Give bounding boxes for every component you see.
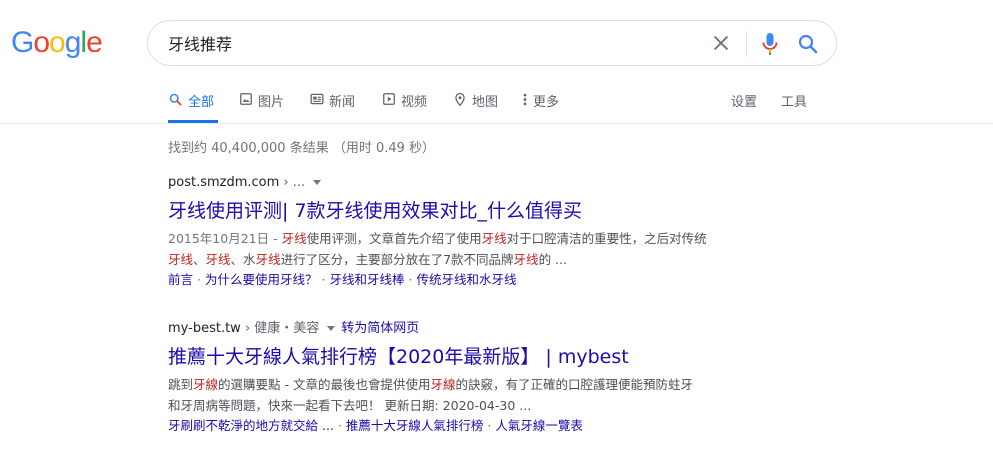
more-vert-icon (523, 93, 527, 106)
snippet-text: 、水 (230, 252, 256, 267)
tab-images[interactable]: 图片 (239, 84, 284, 123)
tab-more[interactable]: 更多 (522, 84, 559, 123)
result-options-caret[interactable] (313, 180, 322, 185)
snippet-line: 2015年10月21日 - 牙线使用评测，文章首先介绍了使用牙线对于口腔清洁的重… (168, 228, 788, 249)
translate-link[interactable]: 转为简体网页 (341, 321, 419, 336)
settings-button[interactable]: 设置 (731, 84, 757, 123)
sitelink[interactable]: 推薦十大牙線人氣排行榜 (346, 418, 484, 433)
snippet-text: 使用评测，文章首先介绍了使用 (306, 231, 482, 246)
sitelink[interactable]: 牙刷刷不乾淨的地方就交給 ... (168, 418, 334, 433)
result-snippet: 跳到牙線的選購要點 - 文章的最後也會提供使用牙線的訣竅，有了正確的口腔護理便能… (168, 374, 788, 416)
sitelink[interactable]: 牙线和牙线棒 (330, 272, 405, 287)
result-domain[interactable]: post.smzdm.com (168, 175, 279, 190)
snippet-highlight: 牙线 (168, 252, 194, 267)
search-result: my-best.tw › 健康・美容 转为简体网页 推薦十大牙線人氣排行榜【202… (168, 320, 788, 436)
snippet-date: 2015年10月21日 - (168, 231, 282, 246)
result-options-caret[interactable] (327, 326, 336, 331)
search-tabs: 全部 图片 新闻 视频 地图 更多 设置 工具 (0, 84, 993, 123)
sitelink[interactable]: 为什么要使用牙线？ (205, 272, 318, 287)
sitelink-separator: · (197, 272, 201, 287)
sitelink[interactable]: 前言 (168, 272, 193, 287)
logo-letter: o (33, 26, 50, 59)
news-icon (310, 93, 324, 105)
clear-search-button[interactable] (710, 32, 732, 54)
tab-all[interactable]: 全部 (168, 84, 219, 123)
snippet-text: 的 ... (538, 252, 567, 267)
close-icon (713, 35, 729, 51)
sitelink-separator: · (321, 272, 326, 287)
tab-videos[interactable]: 视频 (382, 84, 427, 123)
tab-more-label: 更多 (533, 95, 560, 110)
snippet-highlight: 牙线 (255, 252, 281, 267)
tabs-divider (0, 123, 993, 124)
result-title[interactable]: 牙线使用评测| 7款牙线使用效果对比_什么值得买 (168, 198, 788, 224)
tools-label: 工具 (781, 95, 808, 110)
settings-label: 设置 (731, 95, 758, 110)
result-cite: post.smzdm.com › ... (168, 174, 788, 192)
result-breadcrumb: › 健康・美容 (244, 321, 320, 336)
snippet-text: 、 (193, 252, 206, 267)
search-icon (169, 93, 182, 106)
snippet-text: 进行了区分，主要部分放在了7款不同品牌 (280, 252, 514, 267)
google-logo[interactable]: Google (11, 26, 103, 60)
search-result: post.smzdm.com › ... 牙线使用评测| 7款牙线使用效果对比_… (168, 174, 788, 290)
search-box (147, 20, 837, 66)
search-box-divider (746, 31, 747, 57)
result-cite: my-best.tw › 健康・美容 转为简体网页 (168, 320, 788, 338)
result-domain[interactable]: my-best.tw (168, 321, 241, 336)
snippet-text: 对于口腔清洁的重要性，之后对传统 (506, 231, 707, 246)
snippet-line: 牙线、牙线、水牙线进行了区分，主要部分放在了7款不同品牌牙线的 ... (168, 249, 788, 270)
map-pin-icon (455, 93, 465, 107)
image-icon (240, 93, 252, 105)
search-input[interactable] (168, 32, 688, 54)
tab-news-label: 新闻 (329, 95, 356, 110)
voice-search-button[interactable] (758, 31, 782, 57)
result-breadcrumb: › ... (283, 175, 306, 190)
tab-maps[interactable]: 地图 (453, 84, 498, 123)
video-icon (383, 93, 395, 105)
tools-button[interactable]: 工具 (781, 84, 807, 123)
result-stats: 找到约 40,400,000 条结果 （用时 0.49 秒） (168, 141, 436, 156)
snippet-text: 的訣竅，有了正確的口腔護理便能預防蛀牙 (455, 377, 694, 392)
search-icon (798, 34, 818, 54)
snippet-highlight: 牙线 (513, 252, 539, 267)
result-snippet: 2015年10月21日 - 牙线使用评测，文章首先介绍了使用牙线对于口腔清洁的重… (168, 228, 788, 270)
tab-maps-label: 地图 (472, 95, 499, 110)
logo-letter: G (11, 26, 34, 59)
result-sitelinks: 前言 · 为什么要使用牙线？ · 牙线和牙线棒 · 传统牙线和水牙线 (168, 270, 788, 290)
search-button[interactable] (796, 32, 820, 56)
tab-images-label: 图片 (258, 95, 285, 110)
snippet-highlight: 牙线 (281, 231, 307, 246)
snippet-line: 和牙周病等問題，快來一起看下去吧！ 更新日期: 2020-04-30 ... (168, 395, 788, 416)
sitelink-separator: · (337, 418, 342, 433)
logo-letter: o (49, 26, 66, 59)
sitelink[interactable]: 传统牙线和水牙线 (417, 272, 517, 287)
microphone-icon (762, 33, 778, 55)
logo-letter: e (86, 26, 103, 59)
snippet-text: 和牙周病等問題，快來一起看下去吧！ 更新日期: 2020-04-30 ... (168, 398, 532, 413)
snippet-text: 跳到 (168, 377, 194, 392)
sitelink-separator: · (487, 418, 492, 433)
sitelink[interactable]: 人氣牙線一覽表 (495, 418, 583, 433)
logo-letter: g (64, 26, 82, 59)
result-sitelinks: 牙刷刷不乾淨的地方就交給 ... · 推薦十大牙線人氣排行榜 · 人氣牙線一覽表 (168, 416, 788, 436)
tab-videos-label: 视频 (401, 95, 428, 110)
sitelink-separator: · (408, 272, 413, 287)
result-title[interactable]: 推薦十大牙線人氣排行榜【2020年最新版】 | mybest (168, 344, 788, 370)
tab-all-label: 全部 (188, 95, 215, 110)
snippet-highlight: 牙线 (481, 231, 507, 246)
snippet-line: 跳到牙線的選購要點 - 文章的最後也會提供使用牙線的訣竅，有了正確的口腔護理便能… (168, 374, 788, 395)
snippet-text: 的選購要點 - 文章的最後也會提供使用 (218, 377, 431, 392)
snippet-highlight: 牙線 (193, 377, 219, 392)
snippet-highlight: 牙线 (205, 252, 231, 267)
snippet-highlight: 牙線 (430, 377, 456, 392)
tab-news[interactable]: 新闻 (310, 84, 355, 123)
